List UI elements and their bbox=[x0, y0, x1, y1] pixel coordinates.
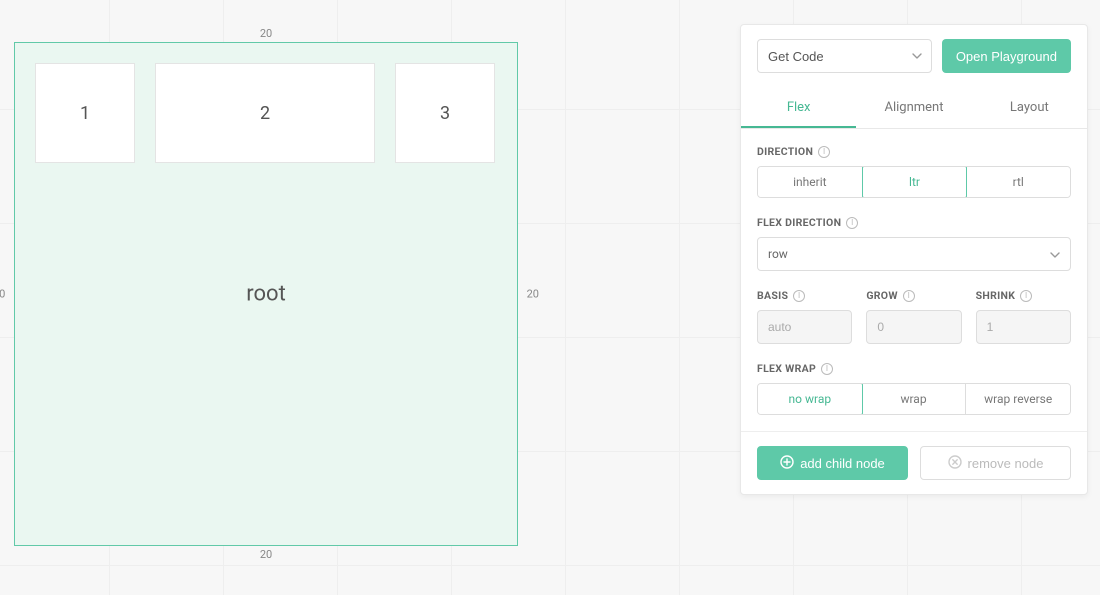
direction-option-rtl[interactable]: rtl bbox=[966, 167, 1070, 197]
padding-right-value: 20 bbox=[527, 288, 539, 301]
section-label-text: GROW bbox=[866, 289, 898, 302]
shrink-input[interactable] bbox=[976, 310, 1071, 344]
chevron-down-icon bbox=[912, 53, 922, 59]
panel-header: Get Code Open Playground bbox=[741, 25, 1087, 87]
padding-top-value: 20 bbox=[260, 27, 272, 40]
flexwrap-option-wrap-reverse[interactable]: wrap reverse bbox=[966, 384, 1070, 414]
child-label: 3 bbox=[440, 103, 450, 124]
flex-direction-value: row bbox=[768, 247, 788, 261]
child-node[interactable]: 3 bbox=[395, 63, 495, 163]
get-code-dropdown[interactable]: Get Code bbox=[757, 39, 932, 73]
add-child-node-button[interactable]: add child node bbox=[757, 446, 908, 480]
flex-wrap-button-group: no wrap wrap wrap reverse bbox=[757, 383, 1071, 415]
root-node[interactable]: 20 20 20 20 1 2 3 root bbox=[14, 42, 518, 546]
panel-tabs: Flex Alignment Layout bbox=[741, 87, 1087, 129]
section-label-text: FLEX WRAP bbox=[757, 362, 816, 375]
chevron-down-icon bbox=[1050, 247, 1060, 261]
properties-panel: Get Code Open Playground Flex Alignment … bbox=[740, 24, 1088, 495]
tab-layout[interactable]: Layout bbox=[972, 87, 1087, 128]
child-node[interactable]: 2 bbox=[155, 63, 375, 163]
info-icon[interactable]: i bbox=[846, 217, 858, 229]
child-node[interactable]: 1 bbox=[35, 63, 135, 163]
info-icon[interactable]: i bbox=[818, 146, 830, 158]
plus-circle-icon bbox=[780, 455, 794, 472]
grow-input[interactable] bbox=[866, 310, 961, 344]
flexwrap-option-nowrap[interactable]: no wrap bbox=[757, 383, 863, 415]
open-playground-button[interactable]: Open Playground bbox=[942, 39, 1071, 73]
padding-bottom-value: 20 bbox=[260, 548, 272, 561]
section-label-flex-direction: FLEX DIRECTION i bbox=[757, 216, 1071, 229]
flexwrap-option-wrap[interactable]: wrap bbox=[862, 384, 967, 414]
section-label-flex-wrap: FLEX WRAP i bbox=[757, 362, 1071, 375]
get-code-label: Get Code bbox=[768, 49, 824, 64]
x-circle-icon bbox=[948, 455, 962, 472]
section-label-text: FLEX DIRECTION bbox=[757, 216, 841, 229]
section-label-text: SHRINK bbox=[976, 289, 1016, 302]
panel-scroll-area[interactable]: DIRECTION i inherit ltr rtl FLEX DIRECTI… bbox=[741, 129, 1087, 431]
section-label-shrink: SHRINK i bbox=[976, 289, 1071, 302]
direction-button-group: inherit ltr rtl bbox=[757, 166, 1071, 198]
remove-node-label: remove node bbox=[968, 456, 1044, 471]
child-label: 2 bbox=[260, 103, 270, 124]
tab-flex[interactable]: Flex bbox=[741, 87, 856, 128]
direction-option-inherit[interactable]: inherit bbox=[758, 167, 863, 197]
section-label-text: BASIS bbox=[757, 289, 788, 302]
flex-direction-select[interactable]: row bbox=[757, 237, 1071, 271]
section-label-grow: GROW i bbox=[866, 289, 961, 302]
section-label-basis: BASIS i bbox=[757, 289, 852, 302]
root-children-row: 1 2 3 bbox=[35, 63, 497, 163]
info-icon[interactable]: i bbox=[1020, 290, 1032, 302]
root-label: root bbox=[246, 282, 286, 307]
basis-input[interactable] bbox=[757, 310, 852, 344]
panel-footer: add child node remove node bbox=[741, 431, 1087, 494]
info-icon[interactable]: i bbox=[793, 290, 805, 302]
add-child-label: add child node bbox=[800, 456, 885, 471]
info-icon[interactable]: i bbox=[821, 363, 833, 375]
info-icon[interactable]: i bbox=[903, 290, 915, 302]
padding-left-value: 20 bbox=[0, 288, 5, 301]
section-label-direction: DIRECTION i bbox=[757, 145, 1071, 158]
tab-alignment[interactable]: Alignment bbox=[856, 87, 971, 128]
section-label-text: DIRECTION bbox=[757, 145, 813, 158]
child-label: 1 bbox=[80, 103, 90, 124]
remove-node-button: remove node bbox=[920, 446, 1071, 480]
direction-option-ltr[interactable]: ltr bbox=[862, 166, 968, 198]
